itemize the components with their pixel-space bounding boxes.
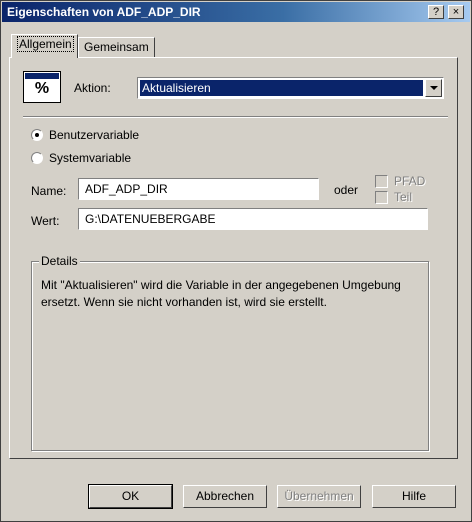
title-bar[interactable]: Eigenschaften von ADF_ADP_DIR ? × <box>2 2 470 22</box>
radio-systemvariable-label[interactable]: Systemvariable <box>49 151 131 165</box>
tab-gemeinsam[interactable]: Gemeinsam <box>78 37 155 57</box>
close-button[interactable]: × <box>448 5 464 19</box>
radio-systemvariable[interactable] <box>31 152 43 164</box>
icon-symbol: % <box>34 80 50 97</box>
radio-benutzervariable[interactable] <box>31 129 43 141</box>
tab-allgemein-label: Allgemein <box>17 36 74 52</box>
help-title-button[interactable]: ? <box>428 5 444 19</box>
details-legend: Details <box>39 254 80 268</box>
separator <box>23 116 448 118</box>
tab-allgemein[interactable]: Allgemein <box>11 34 78 58</box>
name-label: Name: <box>31 184 67 198</box>
wert-field[interactable]: G:\DATENUEBERGABE <box>78 208 428 230</box>
name-field[interactable]: ADF_ADP_DIR <box>78 178 319 200</box>
teil-label: Teil <box>394 190 413 204</box>
pfad-checkbox[interactable] <box>375 175 388 188</box>
percent-variable-icon: % <box>23 71 61 103</box>
apply-button[interactable]: Übernehmen <box>277 485 361 508</box>
chevron-down-icon[interactable] <box>425 79 442 97</box>
oder-label: oder <box>334 183 359 197</box>
details-description: Mit "Aktualisieren" wird die Variable in… <box>41 278 401 309</box>
radio-benutzervariable-label[interactable]: Benutzervariable <box>49 128 139 142</box>
action-label: Aktion: <box>74 81 111 95</box>
pfad-label: PFAD <box>394 174 426 188</box>
teil-checkbox[interactable] <box>375 191 388 204</box>
wert-label: Wert: <box>31 214 60 228</box>
cancel-button[interactable]: Abbrechen <box>183 485 267 508</box>
window-title: Eigenschaften von ADF_ADP_DIR <box>7 5 201 19</box>
help-button[interactable]: Hilfe <box>372 485 456 508</box>
details-group: Details Mit "Aktualisieren" wird die Var… <box>31 254 429 451</box>
tab-gemeinsam-label: Gemeinsam <box>84 40 149 54</box>
action-selected-value: Aktualisieren <box>140 80 423 96</box>
icon-titlebar <box>25 73 59 79</box>
ok-button[interactable]: OK <box>88 484 173 509</box>
action-select[interactable]: Aktualisieren <box>137 77 444 99</box>
properties-dialog: Eigenschaften von ADF_ADP_DIR ? × Allgem… <box>0 0 472 522</box>
